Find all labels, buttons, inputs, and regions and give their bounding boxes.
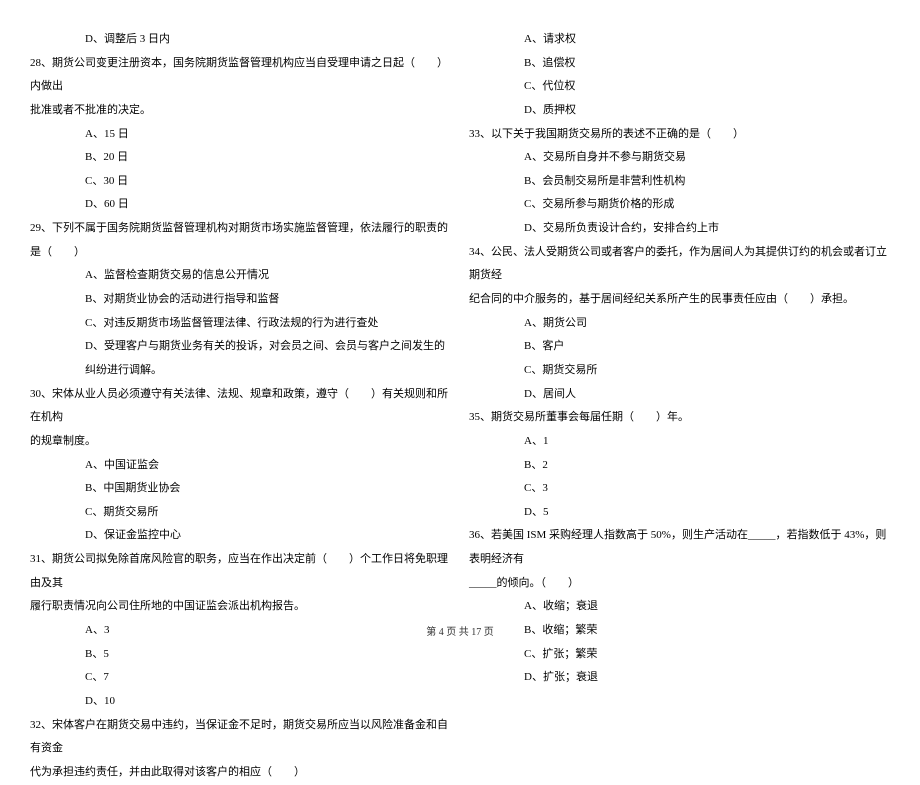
option-text: B、中国期货业协会 [30, 477, 451, 501]
option-text: A、期货公司 [469, 312, 890, 336]
option-text: A、1 [469, 430, 890, 454]
question-text: 31、期货公司拟免除首席风险官的职务，应当在作出决定前（ ）个工作日将免职理由及… [30, 548, 451, 595]
option-text: C、交易所参与期货价格的形成 [469, 193, 890, 217]
option-text: A、请求权 [469, 28, 890, 52]
option-text: C、对违反期货市场监督管理法律、行政法规的行为进行查处 [30, 312, 451, 336]
option-text: C、代位权 [469, 75, 890, 99]
question-text: 33、以下关于我国期货交易所的表述不正确的是（ ） [469, 123, 890, 147]
option-text: C、期货交易所 [30, 501, 451, 525]
option-text: C、30 日 [30, 170, 451, 194]
option-text: D、5 [469, 501, 890, 525]
page-footer: 第 4 页 共 17 页 [0, 623, 920, 638]
question-continuation: 履行职责情况向公司住所地的中国证监会派出机构报告。 [30, 595, 451, 619]
option-text: B、20 日 [30, 146, 451, 170]
right-column: A、请求权 B、追偿权 C、代位权 D、质押权 33、以下关于我国期货交易所的表… [469, 28, 890, 785]
question-continuation: 的规章制度。 [30, 430, 451, 454]
option-text: B、5 [30, 643, 451, 667]
question-continuation: _____的倾向。（ ） [469, 572, 890, 596]
option-text: C、期货交易所 [469, 359, 890, 383]
question-text: 36、若美国 ISM 采购经理人指数高于 50%，则生产活动在_____，若指数… [469, 524, 890, 571]
question-continuation: 纪合同的中介服务的，基于居间经纪关系所产生的民事责任应由（ ）承担。 [469, 288, 890, 312]
question-text: 29、下列不属于国务院期货监督管理机构对期货市场实施监督管理，依法履行的职责的是… [30, 217, 451, 264]
question-text: 30、宋体从业人员必须遵守有关法律、法规、规章和政策，遵守（ ）有关规则和所在机… [30, 383, 451, 430]
option-text: D、保证金监控中心 [30, 524, 451, 548]
option-text: A、监督检查期货交易的信息公开情况 [30, 264, 451, 288]
option-text: D、扩张；衰退 [469, 666, 890, 690]
page-columns: D、调整后 3 日内 28、期货公司变更注册资本，国务院期货监督管理机构应当自受… [30, 28, 890, 785]
option-text: C、7 [30, 666, 451, 690]
left-column: D、调整后 3 日内 28、期货公司变更注册资本，国务院期货监督管理机构应当自受… [30, 28, 451, 785]
option-text: B、追偿权 [469, 52, 890, 76]
option-text: B、会员制交易所是非营利性机构 [469, 170, 890, 194]
question-text: 32、宋体客户在期货交易中违约，当保证金不足时，期货交易所应当以风险准备金和自有… [30, 714, 451, 761]
question-continuation: 批准或者不批准的决定。 [30, 99, 451, 123]
question-text: 28、期货公司变更注册资本，国务院期货监督管理机构应当自受理申请之日起（ ）内做… [30, 52, 451, 99]
option-text: A、交易所自身并不参与期货交易 [469, 146, 890, 170]
option-text: A、中国证监会 [30, 454, 451, 478]
option-text: D、居间人 [469, 383, 890, 407]
option-text: D、10 [30, 690, 451, 714]
option-text: B、对期货业协会的活动进行指导和监督 [30, 288, 451, 312]
option-text: D、受理客户与期货业务有关的投诉，对会员之间、会员与客户之间发生的纠纷进行调解。 [30, 335, 451, 382]
question-text: 34、公民、法人受期货公司或者客户的委托，作为居间人为其提供订约的机会或者订立期… [469, 241, 890, 288]
option-text: D、调整后 3 日内 [30, 28, 451, 52]
question-continuation: 代为承担违约责任，并由此取得对该客户的相应（ ） [30, 761, 451, 785]
option-text: D、交易所负责设计合约，安排合约上市 [469, 217, 890, 241]
option-text: A、收缩；衰退 [469, 595, 890, 619]
option-text: C、3 [469, 477, 890, 501]
question-text: 35、期货交易所董事会每届任期（ ）年。 [469, 406, 890, 430]
option-text: B、2 [469, 454, 890, 478]
option-text: B、客户 [469, 335, 890, 359]
option-text: C、扩张；繁荣 [469, 643, 890, 667]
option-text: A、15 日 [30, 123, 451, 147]
option-text: D、质押权 [469, 99, 890, 123]
option-text: D、60 日 [30, 193, 451, 217]
